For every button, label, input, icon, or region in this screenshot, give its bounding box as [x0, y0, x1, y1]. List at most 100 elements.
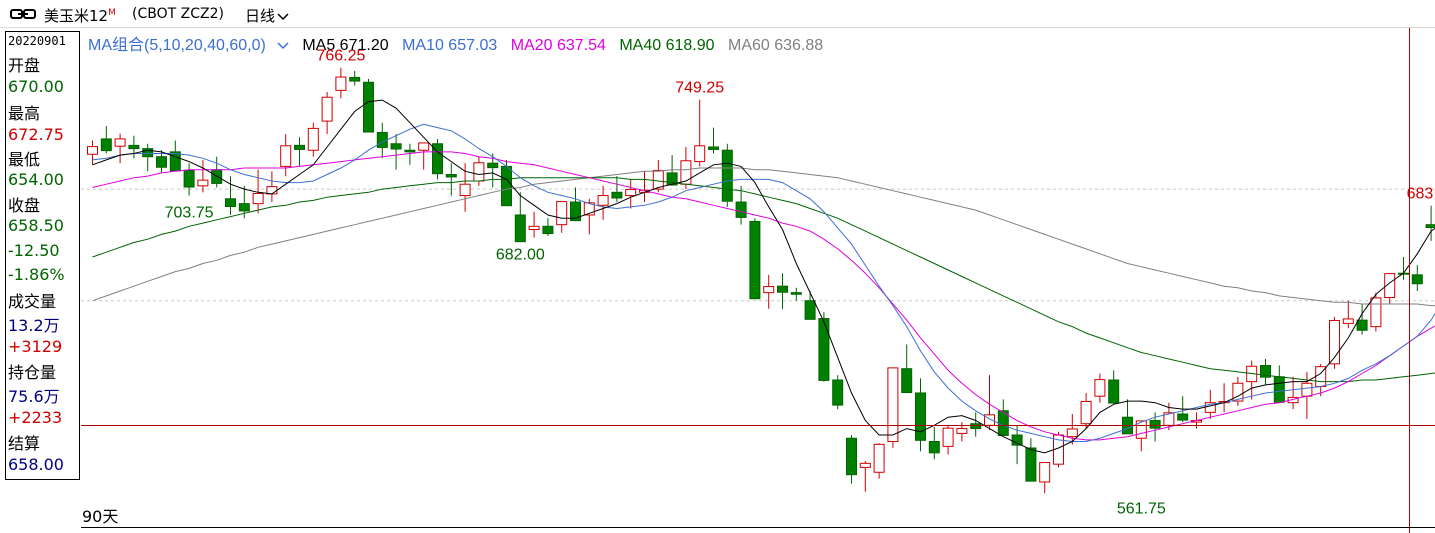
high-label: 最高: [8, 104, 41, 123]
crosshair-vertical: [1409, 28, 1410, 533]
ma10-legend: MA10 657.03: [402, 37, 498, 54]
candle-body: [777, 285, 788, 293]
open-label: 开盘: [8, 56, 41, 75]
candle-body: [404, 149, 416, 153]
title-bar: 美玉米12M (CBOT ZCZ2) 日线: [0, 0, 1435, 28]
candle-body: [1108, 379, 1120, 404]
high-value: 672.75: [8, 125, 64, 144]
candle-body: [280, 145, 292, 167]
open-interest-label: 持仓量: [8, 363, 57, 382]
candle-body: [183, 169, 195, 188]
candle-body: [1177, 413, 1189, 421]
candle-body: [294, 144, 305, 150]
candle-body: [694, 145, 706, 163]
ma60-legend: MA60 636.88: [727, 37, 824, 54]
candle-body: [790, 292, 802, 295]
candle-body: [1094, 379, 1106, 397]
candle-body: [169, 151, 181, 172]
ma-legend: MA组合(5,10,20,40,60,0) MA5 671.20 MA10 65…: [88, 31, 832, 55]
period-dropdown[interactable]: 日线: [245, 5, 289, 26]
price-annotation: 749.25: [675, 80, 724, 97]
candle-body: [832, 379, 844, 406]
link-icon[interactable]: [10, 8, 36, 20]
candle-body: [321, 96, 333, 122]
candle-body: [156, 156, 167, 168]
price-annotation: 683.75: [1407, 186, 1435, 203]
candle-body: [928, 441, 940, 454]
candle-body: [197, 179, 209, 187]
candle-body: [721, 149, 733, 202]
candle-body: [1356, 319, 1368, 331]
ma40-line: [92, 177, 1435, 383]
candle-body: [100, 138, 112, 152]
candle-body: [376, 131, 388, 148]
candle-body: [611, 191, 623, 199]
candle-body: [501, 165, 512, 207]
candle-body: [1039, 462, 1051, 483]
volume-label: 成交量: [8, 292, 57, 311]
symbol-name: 美玉米12: [44, 7, 109, 25]
candle-body: [128, 144, 140, 150]
open-interest-change-value: +2233: [8, 408, 63, 427]
candle-body: [1370, 297, 1382, 328]
candle-body: [252, 193, 264, 205]
candle-body: [735, 201, 747, 218]
chevron-down-icon: [277, 42, 289, 50]
candle-body: [1301, 382, 1313, 397]
candle-body: [887, 367, 899, 443]
contract-code: (CBOT ZCZ2): [132, 6, 224, 22]
ma-group-selector[interactable]: MA组合(5,10,20,40,60,0): [88, 37, 289, 54]
candle-body: [459, 183, 471, 197]
candle-body: [1080, 400, 1092, 425]
change-value: -12.50: [8, 241, 60, 260]
candle-body: [556, 201, 568, 226]
candle-body: [708, 146, 719, 150]
symbol-title: 美玉米12M: [44, 5, 116, 26]
candle-body: [818, 318, 830, 381]
candle-body: [859, 462, 871, 468]
ma5-legend: MA5 671.20: [302, 37, 389, 54]
candle-body: [487, 162, 499, 169]
candle-body: [804, 300, 816, 320]
chevron-down-icon: [277, 12, 289, 20]
candle-body: [597, 195, 609, 206]
candle-body: [87, 146, 98, 155]
volume-change-value: +3129: [8, 337, 63, 356]
volume-value: 13.2万: [8, 316, 60, 335]
settle-label: 结算: [8, 434, 41, 453]
price-annotation: 561.75: [1117, 501, 1166, 518]
candle-body: [390, 143, 402, 150]
candle-body: [307, 127, 319, 151]
candle-body: [238, 203, 250, 212]
candle-body: [1425, 224, 1435, 229]
candle-body: [763, 286, 775, 294]
candle-body: [528, 225, 540, 231]
change-pct-value: -1.86%: [8, 265, 65, 284]
symbol-flag: M: [108, 8, 116, 18]
candle-body: [873, 443, 885, 473]
candle-body: [956, 428, 968, 434]
candle-body: [846, 437, 857, 476]
ma20-legend: MA20 637.54: [510, 37, 606, 54]
candle-body: [514, 214, 526, 243]
candle-body: [749, 220, 761, 300]
close-value: 658.50: [8, 216, 64, 235]
candle-body: [625, 188, 637, 197]
candle-body: [901, 368, 913, 394]
settle-value: 658.00: [8, 455, 64, 474]
crosshair-horizontal: [81, 425, 1435, 426]
candle-body: [1066, 428, 1078, 438]
price-annotation: 682.00: [496, 247, 545, 264]
candle-body: [1025, 447, 1037, 482]
low-value: 654.00: [8, 170, 64, 189]
candlestick-chart[interactable]: 766.25749.25703.75682.00561.75683.75: [81, 28, 1435, 528]
candle-body: [335, 76, 347, 91]
price-annotation: 703.75: [165, 205, 214, 222]
open-value: 670.00: [8, 77, 64, 96]
candle-body: [1273, 376, 1285, 403]
candle-body: [1342, 318, 1354, 324]
candle-body: [473, 162, 485, 182]
open-interest-value: 75.6万: [8, 387, 60, 406]
candle-body: [942, 427, 954, 447]
candle-body: [225, 198, 236, 207]
